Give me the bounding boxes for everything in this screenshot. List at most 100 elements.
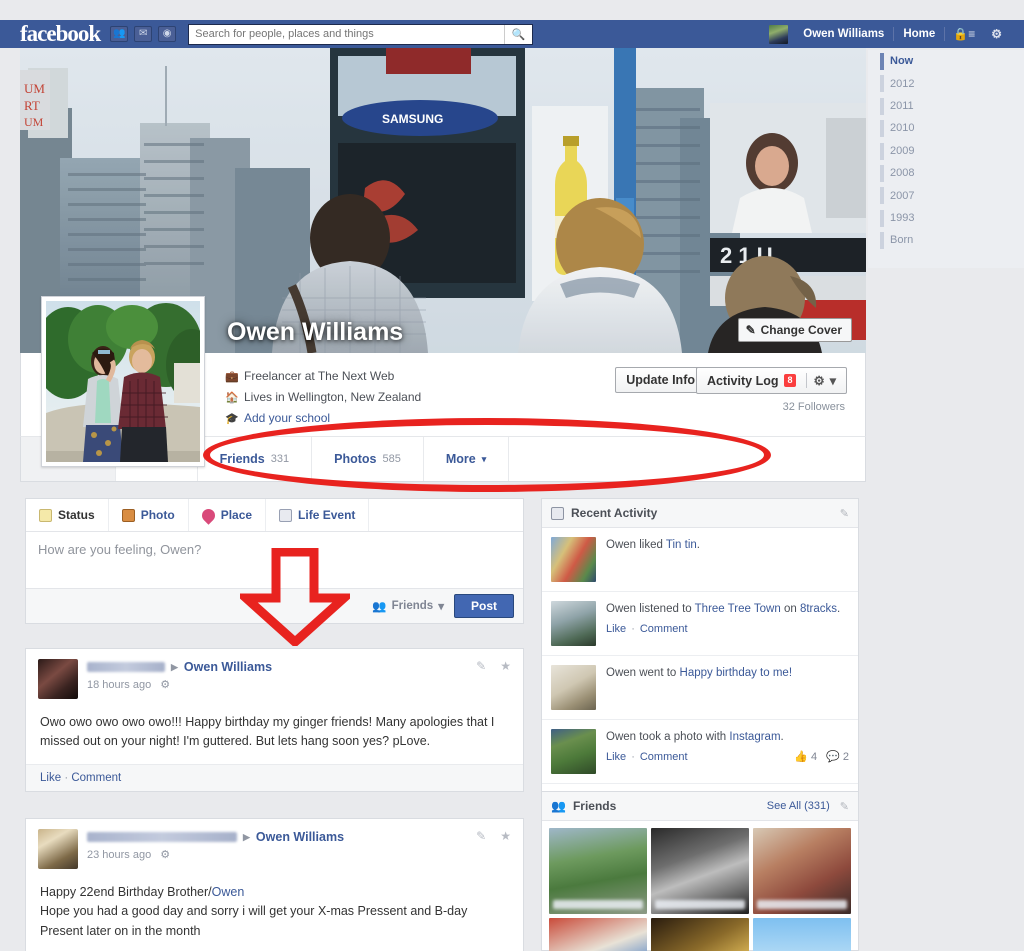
activity-thumbnail[interactable] bbox=[551, 537, 596, 582]
see-all-friends-link[interactable]: See All (331) bbox=[767, 800, 830, 812]
activity-link[interactable]: Tin tin bbox=[666, 539, 697, 551]
pencil-icon[interactable]: ✎ bbox=[840, 507, 849, 520]
post-author-name-redacted[interactable] bbox=[87, 832, 237, 842]
chevron-down-icon[interactable]: ▾ bbox=[830, 373, 836, 388]
year-nav-item-2011[interactable]: 2011 bbox=[868, 95, 1024, 117]
star-icon[interactable]: ★ bbox=[500, 659, 511, 673]
search-box[interactable]: 🔍 bbox=[188, 23, 534, 45]
composer-tab-life-event[interactable]: Life Event bbox=[266, 499, 370, 531]
friend-thumbnail[interactable] bbox=[651, 918, 749, 951]
update-info-button[interactable]: Update Info bbox=[615, 367, 706, 393]
post-body: Owo owo owo owo owo!!! Happy birthday my… bbox=[40, 715, 495, 749]
year-nav-item-2007[interactable]: 2007 bbox=[868, 184, 1024, 206]
pencil-icon[interactable]: ✎ bbox=[476, 659, 486, 673]
activity-link[interactable]: Happy birthday to me! bbox=[680, 667, 793, 679]
star-icon[interactable]: ★ bbox=[500, 829, 511, 843]
post-target-name[interactable]: Owen Williams bbox=[256, 830, 344, 844]
timeline-post-2: ▶ Owen Williams 23 hours ago ⚙ ✎ ★ Happy… bbox=[25, 818, 524, 951]
activity-link[interactable]: Instagram bbox=[729, 731, 780, 743]
post-timestamp[interactable]: 23 hours ago bbox=[87, 849, 151, 861]
info-line-location[interactable]: 🏠 Lives in Wellington, New Zealand bbox=[225, 390, 421, 404]
activity-text-post: . bbox=[837, 603, 841, 615]
search-icon[interactable]: 🔍 bbox=[504, 24, 532, 44]
friend-name-redacted bbox=[553, 900, 643, 909]
home-link[interactable]: Home bbox=[894, 28, 944, 40]
friend-thumbnail[interactable] bbox=[651, 828, 749, 914]
like-link[interactable]: Like bbox=[40, 772, 61, 784]
avatar[interactable] bbox=[38, 829, 78, 869]
friend-thumbnail[interactable] bbox=[549, 918, 647, 951]
comment-link[interactable]: Comment bbox=[640, 749, 688, 766]
audience-selector[interactable]: 👥 Friends ▾ bbox=[372, 599, 444, 613]
year-nav-item-2008[interactable]: 2008 bbox=[868, 162, 1024, 184]
year-nav-item-2009[interactable]: 2009 bbox=[868, 140, 1024, 162]
chevron-right-icon: ▶ bbox=[171, 661, 178, 672]
tab-more[interactable]: More ▾ bbox=[424, 437, 510, 481]
profile-name-link[interactable]: Owen Williams bbox=[794, 28, 893, 40]
gear-icon[interactable]: ⚙ bbox=[814, 373, 825, 388]
activity-thumbnail[interactable] bbox=[551, 601, 596, 646]
post-author-name-redacted[interactable] bbox=[87, 662, 165, 672]
profile-picture[interactable] bbox=[41, 296, 205, 467]
friend-thumbnail[interactable] bbox=[549, 828, 647, 914]
friend-thumbnail[interactable] bbox=[753, 828, 851, 914]
friend-requests-icon[interactable]: 👥 bbox=[110, 26, 129, 42]
topbar-right-group: Owen Williams Home 🔒≡ ⚙ bbox=[769, 20, 1010, 48]
facebook-logo[interactable]: facebook bbox=[20, 21, 101, 47]
activity-actions: Like · Comment 👍 4 💬 2 bbox=[606, 749, 849, 766]
comment-link[interactable]: Comment bbox=[640, 621, 688, 638]
gear-icon[interactable]: ⚙ bbox=[983, 27, 1010, 41]
activity-text-wrap: Owen took a photo with Instagram. Like ·… bbox=[606, 729, 849, 774]
activity-thumbnail[interactable] bbox=[551, 665, 596, 710]
change-cover-button[interactable]: ✎ Change Cover bbox=[737, 318, 852, 342]
gear-icon[interactable]: ⚙ bbox=[160, 678, 170, 691]
activity-text-pre: Owen liked bbox=[606, 539, 666, 551]
chevron-right-icon: ▶ bbox=[243, 831, 250, 842]
post-button[interactable]: Post bbox=[453, 594, 514, 618]
status-composer[interactable]: Status Photo Place Life Event How are yo… bbox=[25, 498, 524, 624]
gear-icon[interactable]: ⚙ bbox=[160, 848, 170, 861]
privacy-lock-icon[interactable]: 🔒≡ bbox=[945, 27, 983, 41]
like-count-value: 4 bbox=[811, 751, 818, 764]
pencil-icon[interactable]: ✎ bbox=[840, 800, 849, 813]
search-input[interactable] bbox=[189, 25, 500, 43]
comment-link[interactable]: Comment bbox=[71, 772, 121, 784]
year-nav-item-1993[interactable]: 1993 bbox=[868, 207, 1024, 229]
activity-log-settings[interactable]: ⚙ ▾ bbox=[805, 373, 836, 388]
pencil-icon[interactable]: ✎ bbox=[476, 829, 486, 843]
composer-tab-place[interactable]: Place bbox=[189, 499, 267, 531]
year-nav-item-now[interactable]: Now bbox=[868, 50, 1024, 72]
post-body-link[interactable]: Owen bbox=[212, 885, 245, 899]
info-line-school[interactable]: 🎓 Add your school bbox=[225, 411, 421, 425]
avatar[interactable] bbox=[769, 24, 789, 44]
post-target-name[interactable]: Owen Williams bbox=[184, 660, 272, 674]
post-meta: ▶ Owen Williams 23 hours ago ⚙ bbox=[87, 829, 344, 869]
composer-tab-photo[interactable]: Photo bbox=[109, 499, 189, 531]
composer-tab-status[interactable]: Status bbox=[26, 499, 109, 531]
avatar[interactable] bbox=[38, 659, 78, 699]
activity-link[interactable]: Three Tree Town bbox=[695, 603, 781, 615]
info-line-work[interactable]: 💼 Freelancer at The Next Web bbox=[225, 369, 421, 383]
friends-icon: 👥 bbox=[551, 799, 566, 813]
messages-icon[interactable]: ✉ bbox=[134, 26, 153, 42]
year-nav-item-2010[interactable]: 2010 bbox=[868, 117, 1024, 139]
post-label: Post bbox=[470, 599, 497, 613]
tab-photos[interactable]: Photos 585 bbox=[312, 437, 424, 481]
year-label: 2012 bbox=[890, 77, 915, 90]
friend-thumbnail[interactable] bbox=[753, 918, 851, 951]
like-link[interactable]: Like bbox=[606, 749, 626, 766]
like-link[interactable]: Like bbox=[606, 621, 626, 638]
notifications-icon[interactable]: ◉ bbox=[158, 26, 177, 42]
activity-thumbnail[interactable] bbox=[551, 729, 596, 774]
activity-link-secondary[interactable]: 8tracks bbox=[800, 603, 837, 615]
year-nav-item-born[interactable]: Born bbox=[868, 229, 1024, 251]
comment-count: 💬 2 bbox=[826, 749, 849, 766]
activity-text: Owen listened to Three Tree Town on 8tra… bbox=[606, 601, 840, 618]
year-nav-item-2012[interactable]: 2012 bbox=[868, 72, 1024, 94]
tab-friends[interactable]: Friends 331 bbox=[198, 437, 313, 481]
activity-log-button[interactable]: Activity Log 8 ⚙ ▾ bbox=[695, 367, 847, 394]
info-text: Lives in Wellington, New Zealand bbox=[244, 390, 422, 404]
friends-grid bbox=[542, 821, 858, 951]
composer-input[interactable]: How are you feeling, Owen? bbox=[26, 532, 523, 588]
post-timestamp[interactable]: 18 hours ago bbox=[87, 679, 151, 691]
